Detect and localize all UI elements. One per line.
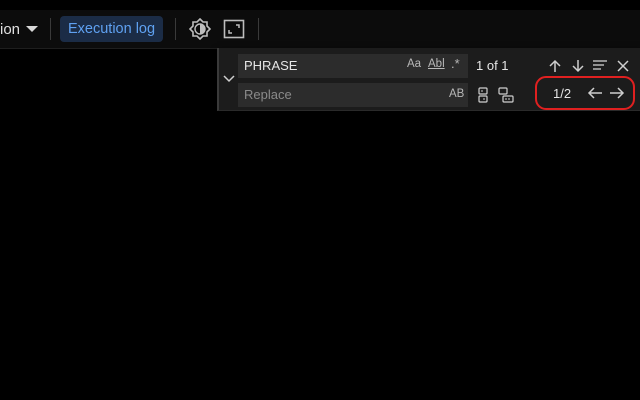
find-replace-widget: PHRASE Aa Abl .* 1 of 1 Replace AB 1/2	[217, 48, 640, 111]
replace-input[interactable]: Replace AB	[238, 83, 468, 107]
arrow-down-icon[interactable]	[569, 57, 587, 75]
find-input[interactable]: PHRASE Aa Abl .*	[238, 54, 468, 78]
regex-toggle[interactable]: .*	[451, 56, 460, 71]
find-in-selection-icon[interactable]	[591, 57, 609, 75]
execution-log-button[interactable]: Execution log	[60, 16, 164, 42]
view-dropdown[interactable]: ion	[0, 10, 39, 48]
expand-icon[interactable]	[222, 17, 246, 41]
view-dropdown-label: ion	[0, 20, 21, 38]
result-nav-count: 1/2	[553, 86, 572, 101]
toolbar-divider	[175, 18, 176, 40]
replace-one-icon[interactable]	[474, 86, 492, 104]
whole-word-toggle[interactable]: Abl	[428, 58, 445, 70]
find-input-value: PHRASE	[244, 58, 298, 73]
arrow-up-icon[interactable]	[546, 57, 564, 75]
chevron-down-icon	[223, 75, 235, 83]
arrow-left-icon[interactable]	[586, 84, 604, 102]
replace-placeholder: Replace	[244, 87, 292, 102]
replace-all-icon[interactable]	[497, 86, 515, 104]
close-icon[interactable]	[614, 57, 632, 75]
match-case-toggle[interactable]: Aa	[407, 58, 421, 70]
arrow-right-icon[interactable]	[608, 84, 626, 102]
toggle-replace-button[interactable]	[221, 68, 237, 90]
toolbar-divider	[50, 18, 51, 40]
brightness-icon[interactable]	[188, 17, 212, 41]
caret-down-icon	[26, 26, 39, 32]
preserve-case-toggle[interactable]: AB	[449, 88, 464, 100]
result-navigation-highlight: 1/2	[535, 76, 635, 110]
top-toolbar: ion Execution log	[0, 10, 640, 49]
match-count: 1 of 1	[476, 58, 509, 73]
execution-log-label: Execution log	[68, 21, 156, 37]
toolbar-divider	[258, 18, 259, 40]
